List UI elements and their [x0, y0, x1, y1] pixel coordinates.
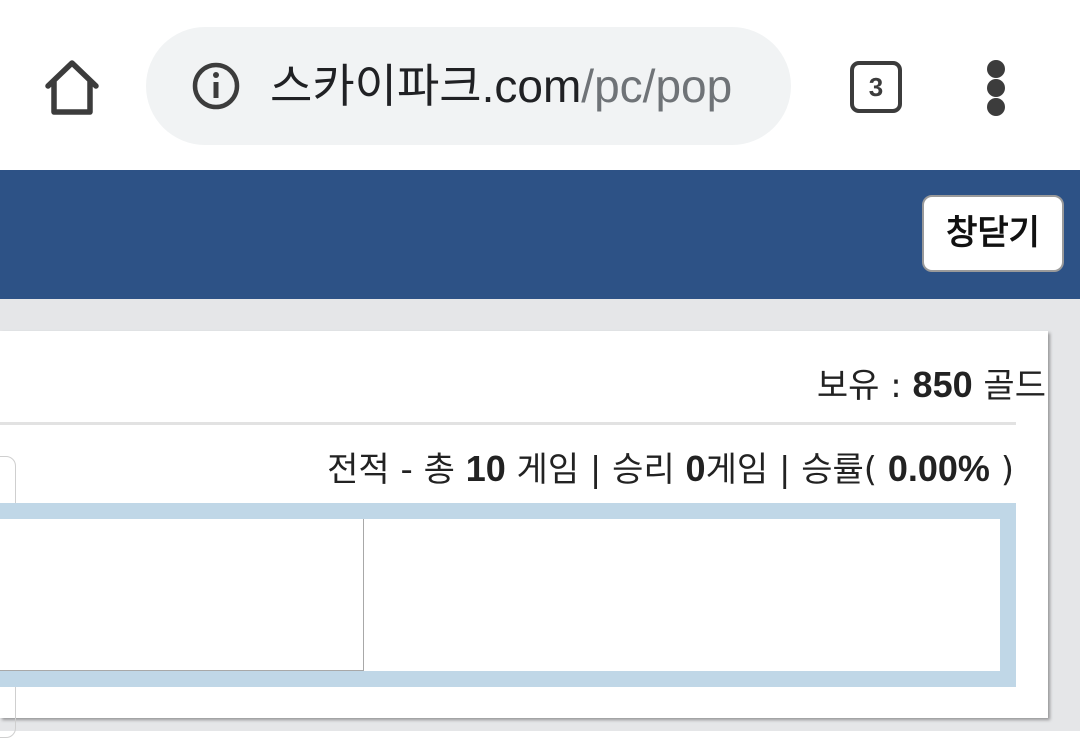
url-domain: 스카이파크.com — [270, 60, 582, 112]
game-record: 전적 - 총 10 게임 | 승리 0게임 | 승률( 0.00% ) — [327, 448, 1014, 491]
url-text[interactable]: 스카이파크.com/pc/pop — [270, 27, 770, 145]
gold-balance: 보유 : 850 골드 — [817, 364, 1046, 407]
game-slot[interactable] — [0, 519, 364, 671]
divider — [0, 422, 1016, 425]
close-window-button[interactable]: 창닫기 — [922, 195, 1064, 272]
tab-switcher-button[interactable]: 3 — [850, 61, 902, 113]
home-icon[interactable] — [40, 56, 104, 120]
gold-value: 850 — [912, 364, 973, 405]
gold-label: 보유 : — [816, 366, 913, 406]
win-rate: 0.00% — [887, 448, 990, 489]
win-rate-label: 게임 | 승률( — [705, 450, 888, 490]
info-icon[interactable] — [190, 60, 242, 112]
more-vert-icon[interactable] — [982, 60, 1010, 116]
total-games: 10 — [465, 448, 506, 489]
address-bar[interactable]: 스카이파크.com/pc/pop — [146, 27, 791, 145]
popup-header: 창닫기 — [0, 170, 1080, 299]
gold-unit: 골드 — [972, 366, 1046, 406]
wins-label: 게임 | 승리 — [505, 450, 686, 490]
record-label: 전적 - 총 — [327, 450, 466, 490]
url-path: /pc/pop — [581, 60, 733, 112]
wins-count: 0 — [685, 448, 706, 489]
game-board-frame — [0, 503, 1016, 687]
win-rate-close: ) — [989, 450, 1014, 490]
browser-toolbar: 스카이파크.com/pc/pop 3 — [0, 0, 1080, 170]
